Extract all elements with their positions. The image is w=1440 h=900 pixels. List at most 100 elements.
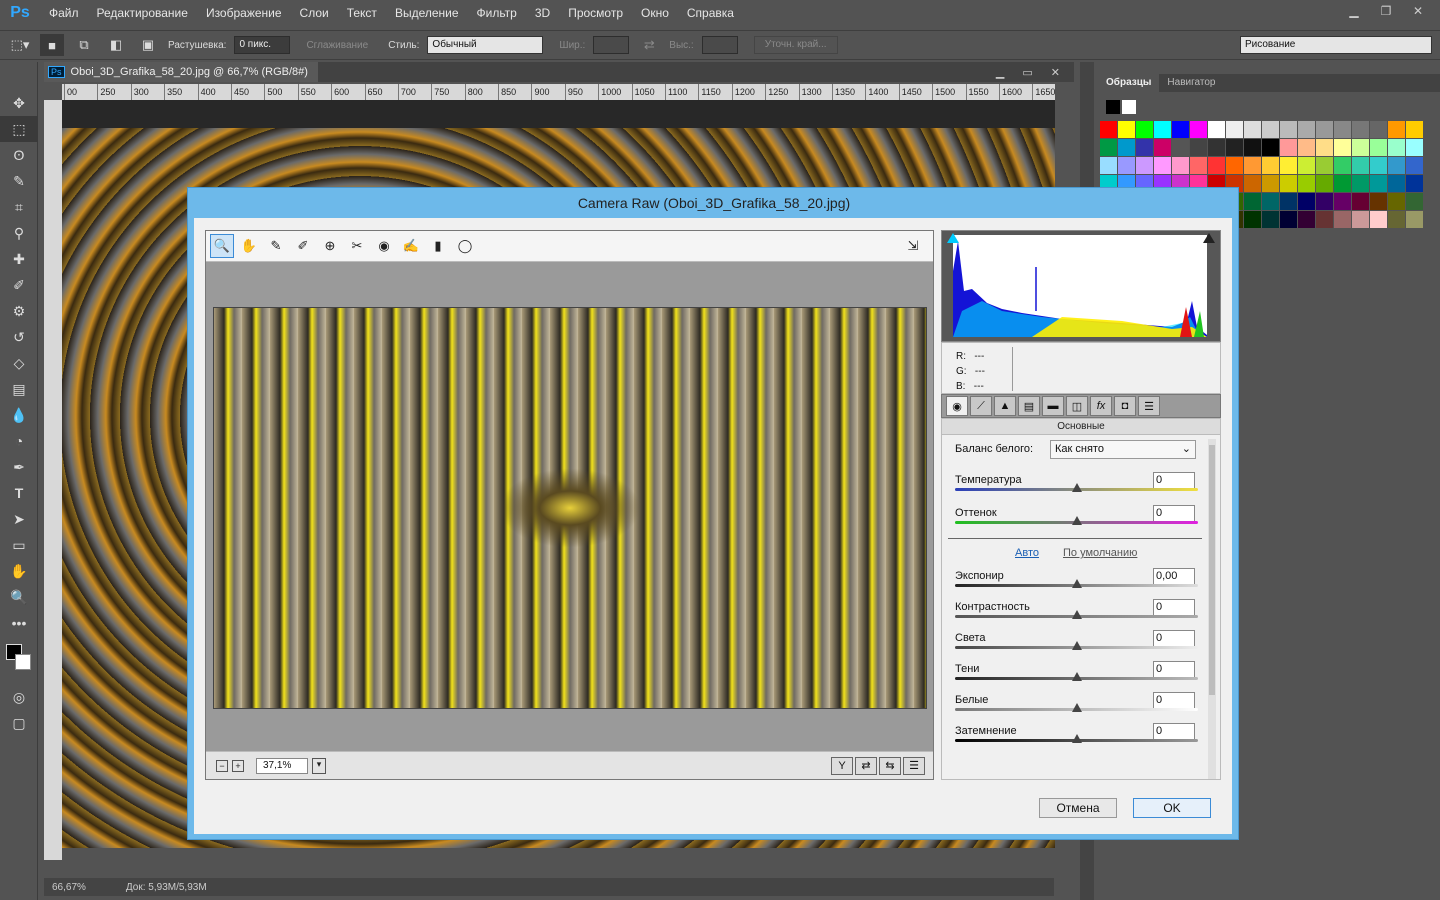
menu-image[interactable]: Изображение xyxy=(197,0,291,26)
zoom-out-icon[interactable]: − xyxy=(216,759,228,772)
targeted-adjustment-tool-icon[interactable]: ⊕ xyxy=(318,234,342,258)
tone-curve-tab-icon[interactable]: ⟋ xyxy=(970,396,992,416)
color-swatch[interactable] xyxy=(1352,193,1369,210)
white-balance-select[interactable]: Как снято ⌄ xyxy=(1050,440,1196,459)
adjustment-brush-icon[interactable]: ✍ xyxy=(399,234,423,258)
style-select[interactable]: Обычный xyxy=(427,36,544,54)
color-swatch[interactable] xyxy=(1298,175,1315,192)
menu-layers[interactable]: Слои xyxy=(291,0,338,26)
doc-close-icon[interactable]: ✕ xyxy=(1051,66,1060,79)
healing-tool-icon[interactable]: ✚ xyxy=(0,246,38,272)
preview-image[interactable] xyxy=(213,307,927,709)
color-swatch[interactable] xyxy=(1352,139,1369,156)
quick-mask-icon[interactable]: ◎ xyxy=(0,684,38,710)
color-swatch[interactable] xyxy=(1172,139,1189,156)
slider-thumb[interactable] xyxy=(1071,703,1082,712)
intersect-selection-icon[interactable]: ▣ xyxy=(136,34,160,56)
settings-scrollbar[interactable] xyxy=(1208,439,1216,779)
color-swatch[interactable] xyxy=(1172,157,1189,174)
cancel-button[interactable]: Отмена xyxy=(1039,798,1117,818)
close-icon[interactable]: ✕ xyxy=(1404,2,1432,20)
color-swatch[interactable] xyxy=(1244,139,1261,156)
clone-stamp-tool-icon[interactable]: ⚙ xyxy=(0,298,38,324)
color-swatch[interactable] xyxy=(1298,157,1315,174)
menu-view[interactable]: Просмотр xyxy=(559,0,632,26)
menu-edit[interactable]: Редактирование xyxy=(88,0,197,26)
color-swatch[interactable] xyxy=(1298,193,1315,210)
slider-value-input[interactable]: 0 xyxy=(1153,472,1195,489)
color-swatch[interactable] xyxy=(1280,121,1297,138)
slider-value-input[interactable]: 0 xyxy=(1153,692,1195,709)
dodge-tool-icon[interactable]: ◔ xyxy=(0,428,38,454)
color-swatch[interactable] xyxy=(1136,157,1153,174)
color-swatch[interactable] xyxy=(1100,121,1117,138)
color-swatch[interactable] xyxy=(1280,193,1297,210)
white-balance-tool-icon[interactable]: ✎ xyxy=(264,234,288,258)
color-swatch[interactable] xyxy=(1406,175,1423,192)
recent-black-swatch[interactable] xyxy=(1106,100,1120,114)
slider-value-input[interactable]: 0 xyxy=(1153,505,1195,522)
color-swatch[interactable] xyxy=(1226,139,1243,156)
slider-value-input[interactable]: 0 xyxy=(1153,630,1195,647)
color-swatch[interactable] xyxy=(1352,121,1369,138)
copy-settings-icon[interactable]: ⇆ xyxy=(879,756,901,775)
color-swatch[interactable] xyxy=(1388,211,1405,228)
color-swatch[interactable] xyxy=(1262,193,1279,210)
color-swatch[interactable] xyxy=(1262,211,1279,228)
red-eye-tool-icon[interactable]: ◉ xyxy=(372,234,396,258)
detail-tab-icon[interactable]: ▲ xyxy=(994,396,1016,416)
color-swatch[interactable] xyxy=(1262,157,1279,174)
color-swatch[interactable] xyxy=(1244,175,1261,192)
color-swatch[interactable] xyxy=(1154,139,1171,156)
camera-calibration-tab-icon[interactable]: ◘ xyxy=(1114,396,1136,416)
color-swatch[interactable] xyxy=(1208,157,1225,174)
color-swatch[interactable] xyxy=(1370,139,1387,156)
toggle-preview-icon[interactable]: ☰ xyxy=(903,756,925,775)
blur-tool-icon[interactable]: 💧 xyxy=(0,402,38,428)
lens-corrections-tab-icon[interactable]: ◫ xyxy=(1066,396,1088,416)
slider-thumb[interactable] xyxy=(1071,734,1082,743)
color-swatch[interactable] xyxy=(1280,175,1297,192)
slider-value-input[interactable]: 0,00 xyxy=(1153,568,1195,585)
marquee-tool-icon[interactable]: ⬚ xyxy=(0,116,38,142)
color-swatch[interactable] xyxy=(1298,139,1315,156)
history-brush-tool-icon[interactable]: ↺ xyxy=(0,324,38,350)
color-swatch[interactable] xyxy=(1316,121,1333,138)
refine-edge-button[interactable]: Уточн. край... xyxy=(753,36,838,54)
presets-tab-icon[interactable]: ☰ xyxy=(1138,396,1160,416)
zoom-field[interactable]: 37,1% xyxy=(256,757,308,774)
color-swatch[interactable] xyxy=(1190,121,1207,138)
color-swatch[interactable] xyxy=(1352,157,1369,174)
color-swatch[interactable] xyxy=(1298,121,1315,138)
color-swatch[interactable] xyxy=(1370,157,1387,174)
color-swatch[interactable] xyxy=(1190,139,1207,156)
effects-tab-icon[interactable]: fx xyxy=(1090,396,1112,416)
menu-select[interactable]: Выделение xyxy=(386,0,468,26)
slider-thumb[interactable] xyxy=(1071,641,1082,650)
color-swatch[interactable] xyxy=(1244,157,1261,174)
color-swatch[interactable] xyxy=(1226,121,1243,138)
color-swatch[interactable] xyxy=(1352,211,1369,228)
hand-tool-icon[interactable]: ✋ xyxy=(0,558,38,584)
color-swatch[interactable] xyxy=(1172,121,1189,138)
zoom-tool-icon[interactable]: 🔍 xyxy=(0,584,38,610)
color-swatch[interactable] xyxy=(1316,193,1333,210)
lasso-tool-icon[interactable]: ʘ xyxy=(0,142,38,168)
graduated-filter-icon[interactable]: ▮ xyxy=(426,234,450,258)
color-swatch[interactable] xyxy=(1298,211,1315,228)
subtract-selection-icon[interactable]: ◧ xyxy=(104,34,128,56)
color-swatch[interactable] xyxy=(1190,157,1207,174)
doc-restore-icon[interactable]: ▭ xyxy=(1022,66,1032,79)
restore-icon[interactable]: ❐ xyxy=(1372,2,1400,20)
move-tool-icon[interactable]: ✥ xyxy=(0,90,38,116)
add-selection-icon[interactable]: ⧉ xyxy=(72,34,96,56)
color-swatch[interactable] xyxy=(1208,139,1225,156)
color-swatch[interactable] xyxy=(1370,211,1387,228)
color-swatch[interactable] xyxy=(1406,121,1423,138)
color-swatch[interactable] xyxy=(1136,139,1153,156)
minimize-icon[interactable]: ▁ xyxy=(1340,2,1368,20)
color-swatch[interactable] xyxy=(1370,175,1387,192)
color-swatch[interactable] xyxy=(1244,193,1261,210)
menu-3d[interactable]: 3D xyxy=(526,0,559,26)
color-swatch[interactable] xyxy=(1262,175,1279,192)
